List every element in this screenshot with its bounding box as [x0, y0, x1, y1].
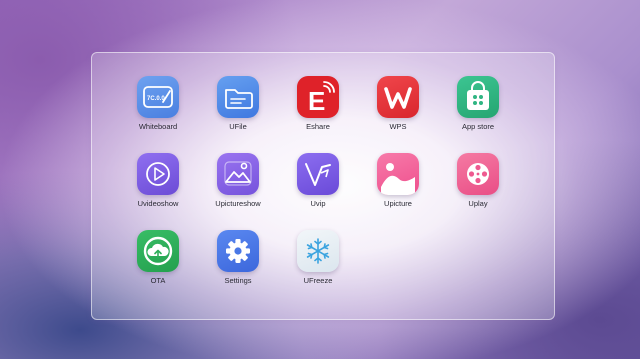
app-eshare[interactable]: E Eshare — [278, 76, 358, 131]
app-wps[interactable]: WPS — [358, 76, 438, 131]
app-label: OTA — [150, 276, 166, 285]
uvip-icon — [297, 153, 339, 195]
play-icon — [137, 153, 179, 195]
eshare-icon: E — [297, 76, 339, 118]
picture-icon — [377, 153, 419, 195]
shopping-bag-icon — [457, 76, 499, 118]
image-gallery-icon — [217, 153, 259, 195]
folder-icon — [217, 76, 259, 118]
app-label: Whiteboard — [138, 122, 178, 131]
eshare-glyph: E — [308, 86, 325, 116]
app-ota[interactable]: OTA — [118, 230, 198, 285]
app-label: Uplay — [468, 199, 488, 208]
app-upicture[interactable]: Upicture — [358, 153, 438, 208]
app-whiteboard[interactable]: 7C.0.0 Whiteboard — [118, 76, 198, 131]
cloud-upload-icon — [137, 230, 179, 272]
app-upictureshow[interactable]: Upictureshow — [198, 153, 278, 208]
app-label: App store — [461, 122, 495, 131]
app-label: Uvip — [310, 199, 326, 208]
app-settings[interactable]: Settings — [198, 230, 278, 285]
app-label: Upictureshow — [215, 199, 261, 208]
app-uvideoshow[interactable]: Uvideoshow — [118, 153, 198, 208]
app-label: Eshare — [306, 122, 330, 131]
gear-icon — [217, 230, 259, 272]
app-uvip[interactable]: Uvip — [278, 153, 358, 208]
app-app-store[interactable]: App store — [438, 76, 518, 131]
app-label: UFile — [229, 122, 247, 131]
app-label: WPS — [389, 122, 407, 131]
app-launcher-panel: 7C.0.0 Whiteboard UFile E Eshare WPS App… — [91, 52, 555, 320]
snowflake-icon — [297, 230, 339, 272]
whiteboard-icon: 7C.0.0 — [137, 76, 179, 118]
app-label: Settings — [224, 276, 252, 285]
app-ufile[interactable]: UFile — [198, 76, 278, 131]
wps-icon — [377, 76, 419, 118]
app-ufreeze[interactable]: UFreeze — [278, 230, 358, 285]
app-uplay[interactable]: Uplay — [438, 153, 518, 208]
app-label: Uvideoshow — [137, 199, 179, 208]
app-label: Upicture — [384, 199, 412, 208]
app-label: UFreeze — [303, 276, 333, 285]
film-reel-icon — [457, 153, 499, 195]
